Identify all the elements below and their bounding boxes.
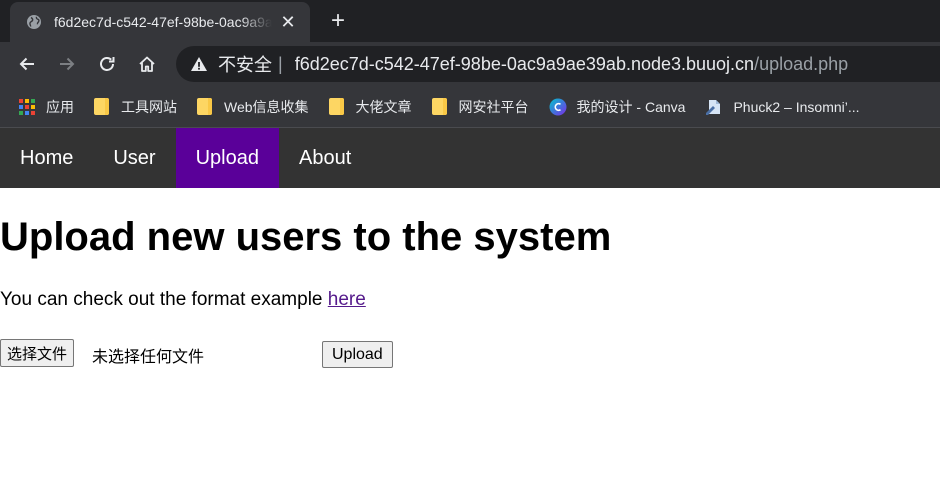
tab-close-icon[interactable]: ✕	[278, 12, 298, 33]
upload-button[interactable]: Upload	[322, 341, 393, 368]
bookmark-label: 应用	[46, 98, 74, 115]
url-host: f6d2ec7d-c542-47ef-98be-0ac9a9ae39ab.nod…	[294, 53, 755, 74]
format-hint: You can check out the format example her…	[0, 288, 940, 312]
canva-icon	[549, 98, 567, 115]
folder-icon	[328, 98, 344, 115]
main-content: Upload new users to the system You can c…	[0, 214, 940, 368]
page-title: Upload new users to the system	[0, 215, 612, 259]
back-button[interactable]	[15, 52, 39, 76]
globe-icon	[27, 15, 41, 29]
choose-file-button[interactable]: 选择文件	[0, 339, 75, 367]
warning-triangle-icon	[191, 57, 207, 71]
bookmark-apps[interactable]: 应用	[18, 97, 74, 117]
bookmark-folder-platform[interactable]: 网安社平台	[431, 97, 529, 117]
site-nav: Home User Upload About	[0, 128, 940, 188]
address-bar[interactable]: 不安全 | f6d2ec7d-c542-47ef-98be-0ac9a9ae39…	[176, 46, 940, 82]
bookmark-label: Web信息收集	[224, 98, 309, 115]
bookmark-phuck2[interactable]: Phuck2 – Insomni’...	[705, 98, 860, 116]
reload-icon	[100, 57, 115, 71]
not-secure-label[interactable]: 不安全	[218, 51, 272, 77]
folder-icon	[431, 98, 447, 115]
upload-form: 选择文件 未选择任何文件 Upload	[0, 336, 940, 368]
bookmark-label: 大佬文章	[355, 98, 412, 115]
browser-tabstrip: f6d2ec7d-c542-47ef-98be-0ac9a9ae39ab.nod…	[0, 0, 940, 42]
nav-home[interactable]: Home	[0, 128, 93, 188]
nav-about[interactable]: About	[279, 128, 371, 188]
bookmark-folder-web-info[interactable]: Web信息收集	[197, 97, 309, 117]
nav-user[interactable]: User	[93, 128, 175, 188]
browser-tab[interactable]: f6d2ec7d-c542-47ef-98be-0ac9a9ae39ab.nod…	[10, 2, 310, 42]
bookmark-folder-tools[interactable]: 工具网站	[94, 97, 177, 117]
folder-icon	[197, 98, 212, 115]
file-status-text: 未选择任何文件	[92, 347, 205, 366]
page-icon	[706, 99, 721, 115]
browser-toolbar: 不安全 | f6d2ec7d-c542-47ef-98be-0ac9a9ae39…	[0, 42, 940, 86]
forward-arrow-icon	[60, 57, 75, 71]
bookmark-label: 工具网站	[121, 98, 177, 115]
bookmark-label: 我的设计 - Canva	[576, 98, 686, 115]
format-example-link[interactable]: here	[328, 289, 366, 310]
forward-button[interactable]	[55, 52, 79, 76]
address-separator: |	[278, 53, 283, 74]
reload-button[interactable]	[95, 52, 119, 76]
tab-title: f6d2ec7d-c542-47ef-98be-0ac9a9ae39ab.nod…	[54, 14, 272, 30]
bookmark-canva[interactable]: 我的设计 - Canva	[549, 97, 686, 117]
home-icon	[139, 56, 155, 72]
new-tab-button[interactable]: +	[324, 8, 352, 36]
back-arrow-icon	[19, 57, 34, 71]
apps-grid-icon	[19, 98, 35, 115]
home-button[interactable]	[135, 52, 159, 76]
bookmark-label: Phuck2 – Insomni’...	[733, 98, 860, 115]
nav-upload[interactable]: Upload	[175, 128, 279, 188]
folder-icon	[94, 98, 109, 115]
url-path: /upload.php	[754, 53, 849, 74]
bookmark-label: 网安社平台	[458, 98, 529, 115]
format-hint-text: You can check out the format example	[0, 289, 328, 310]
bookmark-folder-articles[interactable]: 大佬文章	[328, 97, 412, 117]
bookmarks-bar: 应用 工具网站 Web信息收集 大佬文章 网安社平台 我的设计 - Canva …	[0, 86, 940, 128]
